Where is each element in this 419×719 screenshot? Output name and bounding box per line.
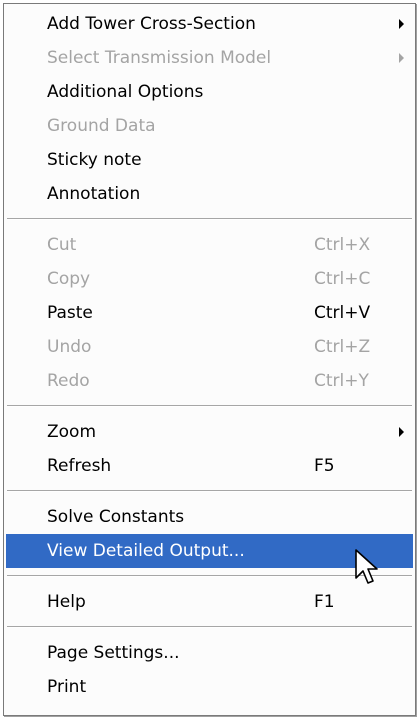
menu-item-label: Solve Constants [47, 507, 185, 527]
menu-item-label: Page Settings... [47, 643, 180, 663]
menu-item-label: Redo [47, 371, 90, 391]
submenu-arrow-icon [399, 19, 404, 29]
menu-item-label: Zoom [47, 422, 97, 442]
menu-item-refresh[interactable]: Refresh F5 [6, 449, 413, 483]
menu-item-label: Print [47, 677, 87, 697]
menu-item-shortcut: F1 [314, 592, 335, 612]
menu-item-label: Undo [47, 337, 92, 357]
menu-item-view-detailed-output[interactable]: View Detailed Output... [6, 534, 413, 568]
menu-item-label: Cut [47, 235, 77, 255]
menu-item-label: Copy [47, 269, 91, 289]
context-menu: Add Tower Cross-Section Select Transmiss… [3, 3, 416, 716]
menu-item-label: View Detailed Output... [47, 541, 245, 561]
menu-item-select-transmission-model: Select Transmission Model [6, 41, 413, 75]
menu-item-label: Additional Options [47, 82, 204, 102]
menu-item-solve-constants[interactable]: Solve Constants [6, 500, 413, 534]
menu-item-print[interactable]: Print [6, 670, 413, 704]
menu-item-paste[interactable]: Paste Ctrl+V [6, 296, 413, 330]
menu-item-annotation[interactable]: Annotation [6, 177, 413, 211]
arrow-pointer-icon [355, 549, 378, 584]
menu-item-add-tower-cross-section[interactable]: Add Tower Cross-Section [6, 7, 413, 41]
menu-item-copy: Copy Ctrl+C [6, 262, 413, 296]
menu-item-label: Sticky note [47, 150, 142, 170]
menu-separator [6, 483, 413, 500]
menu-item-label: Select Transmission Model [47, 48, 272, 68]
menu-item-shortcut: F5 [314, 456, 335, 476]
menu-item-redo: Redo Ctrl+Y [6, 364, 413, 398]
menu-item-shortcut: Ctrl+Z [314, 337, 371, 357]
submenu-arrow-icon [399, 53, 404, 63]
menu-item-label: Ground Data [47, 116, 156, 136]
menu-item-shortcut: Ctrl+C [314, 269, 371, 289]
menu-item-shortcut: Ctrl+V [314, 303, 371, 323]
menu-item-label: Add Tower Cross-Section [47, 14, 256, 34]
menu-item-shortcut: Ctrl+Y [314, 371, 369, 391]
menu-separator [6, 398, 413, 415]
menu-item-page-settings[interactable]: Page Settings... [6, 636, 413, 670]
menu-item-undo: Undo Ctrl+Z [6, 330, 413, 364]
menu-item-zoom[interactable]: Zoom [6, 415, 413, 449]
menu-item-additional-options[interactable]: Additional Options [6, 75, 413, 109]
menu-item-label: Help [47, 592, 86, 612]
submenu-arrow-icon [399, 427, 404, 437]
menu-separator [6, 211, 413, 228]
menu-item-help[interactable]: Help F1 [6, 585, 413, 619]
menu-item-sticky-note[interactable]: Sticky note [6, 143, 413, 177]
menu-item-ground-data: Ground Data [6, 109, 413, 143]
menu-item-label: Annotation [47, 184, 141, 204]
menu-item-label: Paste [47, 303, 93, 323]
menu-item-shortcut: Ctrl+X [314, 235, 371, 255]
menu-item-label: Refresh [47, 456, 112, 476]
menu-separator [6, 568, 413, 585]
menu-separator [6, 619, 413, 636]
menu-item-cut: Cut Ctrl+X [6, 228, 413, 262]
